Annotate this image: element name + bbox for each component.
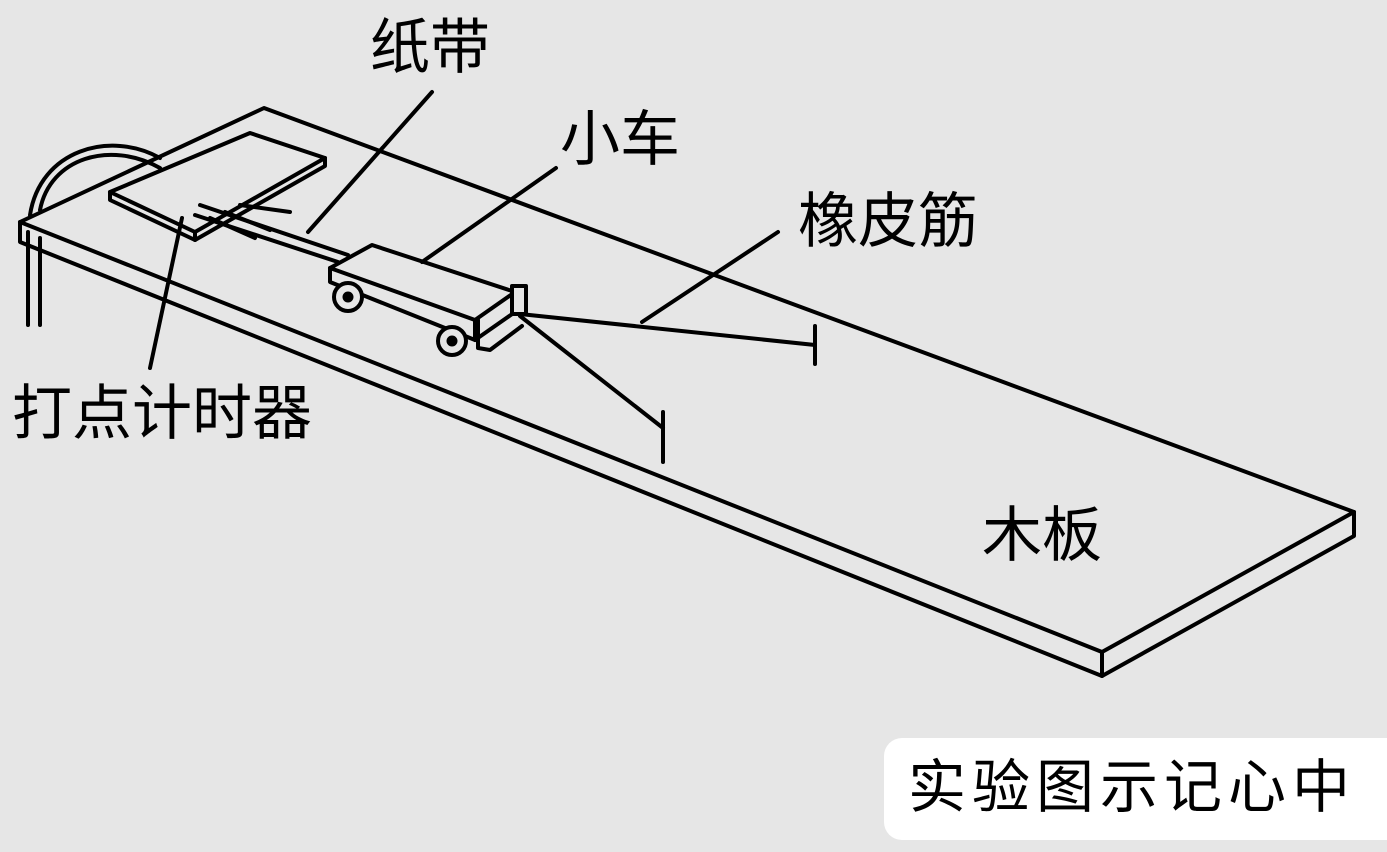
paper-tape-label: 纸带	[370, 13, 490, 83]
wooden-board-label: 木板	[982, 501, 1102, 571]
watermark-box: 实验图示记心中	[884, 738, 1387, 840]
tick-timer-label: 打点计时器	[12, 379, 312, 449]
cart-label: 小车	[560, 105, 680, 175]
diagram-stage: 纸带 小车 橡皮筋 打点计时器 木板 实验图示记心中	[0, 0, 1387, 852]
watermark-text: 实验图示记心中	[908, 753, 1357, 821]
rubber-band-label: 橡皮筋	[798, 187, 978, 257]
